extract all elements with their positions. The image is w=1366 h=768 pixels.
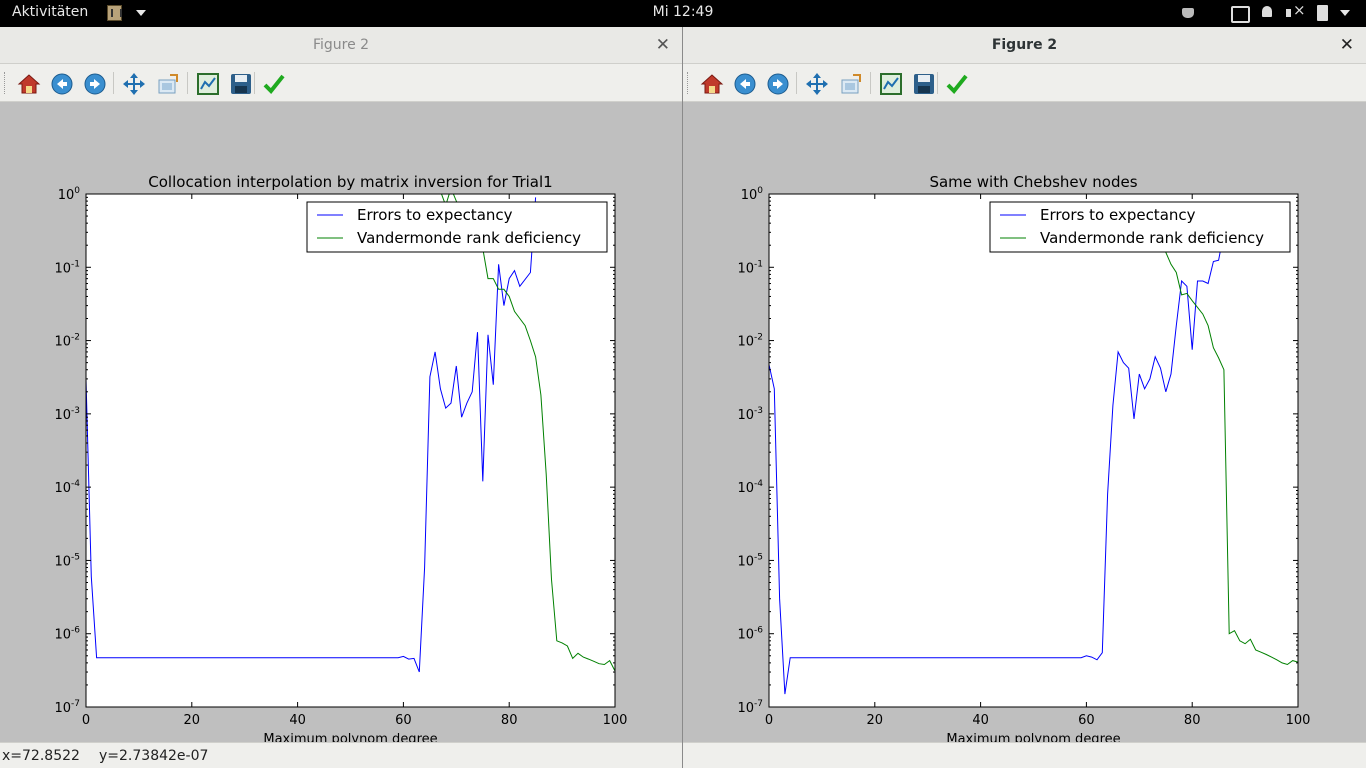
notification-bell-icon[interactable] (1261, 4, 1273, 22)
x-tick-label: 40 (289, 713, 306, 728)
x-tick-label: 20 (184, 713, 201, 728)
save-icon[interactable] (912, 72, 936, 96)
x-tick-label: 0 (82, 713, 90, 728)
y-tick-label: 10-5 (54, 552, 80, 569)
close-icon[interactable]: ✕ (656, 27, 670, 63)
x-tick-label: 100 (603, 713, 628, 728)
battery-icon[interactable] (1316, 4, 1330, 22)
window-indicator-icon[interactable] (1231, 4, 1250, 23)
subplots-icon[interactable] (196, 72, 220, 96)
y-tick-label: 10-3 (54, 406, 80, 423)
y-tick-label: 10-4 (54, 479, 80, 496)
legend-label: Errors to expectancy (357, 206, 513, 224)
y-tick-label: 10-7 (54, 699, 80, 716)
x-tick-label: 80 (1184, 713, 1201, 728)
home-icon[interactable] (700, 72, 724, 96)
x-tick-label: 20 (867, 713, 884, 728)
subplots-icon[interactable] (879, 72, 903, 96)
y-tick-label: 10-7 (737, 699, 763, 716)
pan-icon[interactable] (805, 72, 829, 96)
y-tick-label: 10-2 (54, 333, 80, 350)
chart-title: Collocation interpolation by matrix inve… (148, 173, 552, 191)
toolbar-grip[interactable] (4, 72, 7, 94)
legend-label: Vandermonde rank deficiency (1040, 229, 1264, 247)
y-tick-label: 10-2 (737, 333, 763, 350)
x-tick-label: 60 (1078, 713, 1095, 728)
cursor-x-readout: x=72.8522 (2, 748, 80, 764)
zoom-icon[interactable] (156, 72, 180, 96)
navigation-toolbar (683, 64, 1366, 102)
toolbar-separator (187, 72, 188, 94)
figure-canvas[interactable]: Same with Chebshev nodes 0 20 40 60 80 100 10-7… (683, 103, 1366, 743)
y-tick-label: 10-1 (737, 259, 763, 276)
toolbar-separator (937, 72, 938, 94)
plot-area (86, 194, 615, 707)
figure-window-right: Figure 2 ✕ Same with Chebshev nodes 0 20 40… (683, 27, 1366, 768)
legend-label: Errors to expectancy (1040, 206, 1196, 224)
y-tick-label: 10-6 (54, 626, 80, 643)
volume-muted-icon[interactable] (1286, 1, 1306, 22)
status-bar (683, 742, 1366, 768)
toolbar-separator (113, 72, 114, 94)
forward-icon[interactable] (83, 72, 107, 96)
pan-icon[interactable] (122, 72, 146, 96)
system-menu-arrow-icon[interactable] (1340, 4, 1352, 22)
back-icon[interactable] (733, 72, 757, 96)
window-title: Figure 2 (312, 37, 370, 53)
status-bar: x=72.8522 y=2.73842e-07 (0, 742, 682, 768)
close-icon[interactable]: ✕ (1340, 27, 1354, 63)
window-title: Figure 2 (991, 37, 1058, 53)
x-tick-label: 100 (1286, 713, 1311, 728)
toolbar-grip[interactable] (687, 72, 690, 94)
clock[interactable]: Mi 12:49 (0, 4, 1366, 20)
back-icon[interactable] (50, 72, 74, 96)
gnome-top-bar: Aktivitäten Mi 12:49 (0, 0, 1366, 27)
edit-parameters-icon[interactable] (262, 72, 286, 96)
forward-icon[interactable] (766, 72, 790, 96)
navigation-toolbar (0, 64, 682, 102)
chart-title: Same with Chebshev nodes (929, 173, 1137, 191)
x-tick-label: 40 (972, 713, 989, 728)
y-tick-label: 100 (741, 186, 764, 203)
y-tick-label: 10-4 (737, 479, 763, 496)
legend-label: Vandermonde rank deficiency (357, 229, 581, 247)
toolbar-separator (870, 72, 871, 94)
toolbar-separator (254, 72, 255, 94)
zoom-icon[interactable] (839, 72, 863, 96)
x-tick-label: 80 (501, 713, 518, 728)
figure-canvas[interactable]: Collocation interpolation by matrix inve… (0, 103, 682, 743)
toolbar-separator (796, 72, 797, 94)
window-titlebar[interactable]: Figure 2 ✕ (683, 27, 1366, 64)
caffeine-cup-icon[interactable] (1181, 4, 1197, 22)
edit-parameters-icon[interactable] (945, 72, 969, 96)
figure-window-left: Figure 2 ✕ Collocation interpolation by … (0, 27, 682, 768)
y-tick-label: 10-1 (54, 259, 80, 276)
window-titlebar[interactable]: Figure 2 ✕ (0, 27, 682, 64)
y-tick-label: 100 (58, 186, 81, 203)
y-tick-label: 10-6 (737, 626, 763, 643)
x-tick-label: 60 (395, 713, 412, 728)
home-icon[interactable] (17, 72, 41, 96)
plot-area (769, 194, 1298, 707)
save-icon[interactable] (229, 72, 253, 96)
cursor-y-readout: y=2.73842e-07 (99, 748, 209, 764)
x-tick-label: 0 (765, 713, 773, 728)
y-tick-label: 10-5 (737, 552, 763, 569)
y-tick-label: 10-3 (737, 406, 763, 423)
